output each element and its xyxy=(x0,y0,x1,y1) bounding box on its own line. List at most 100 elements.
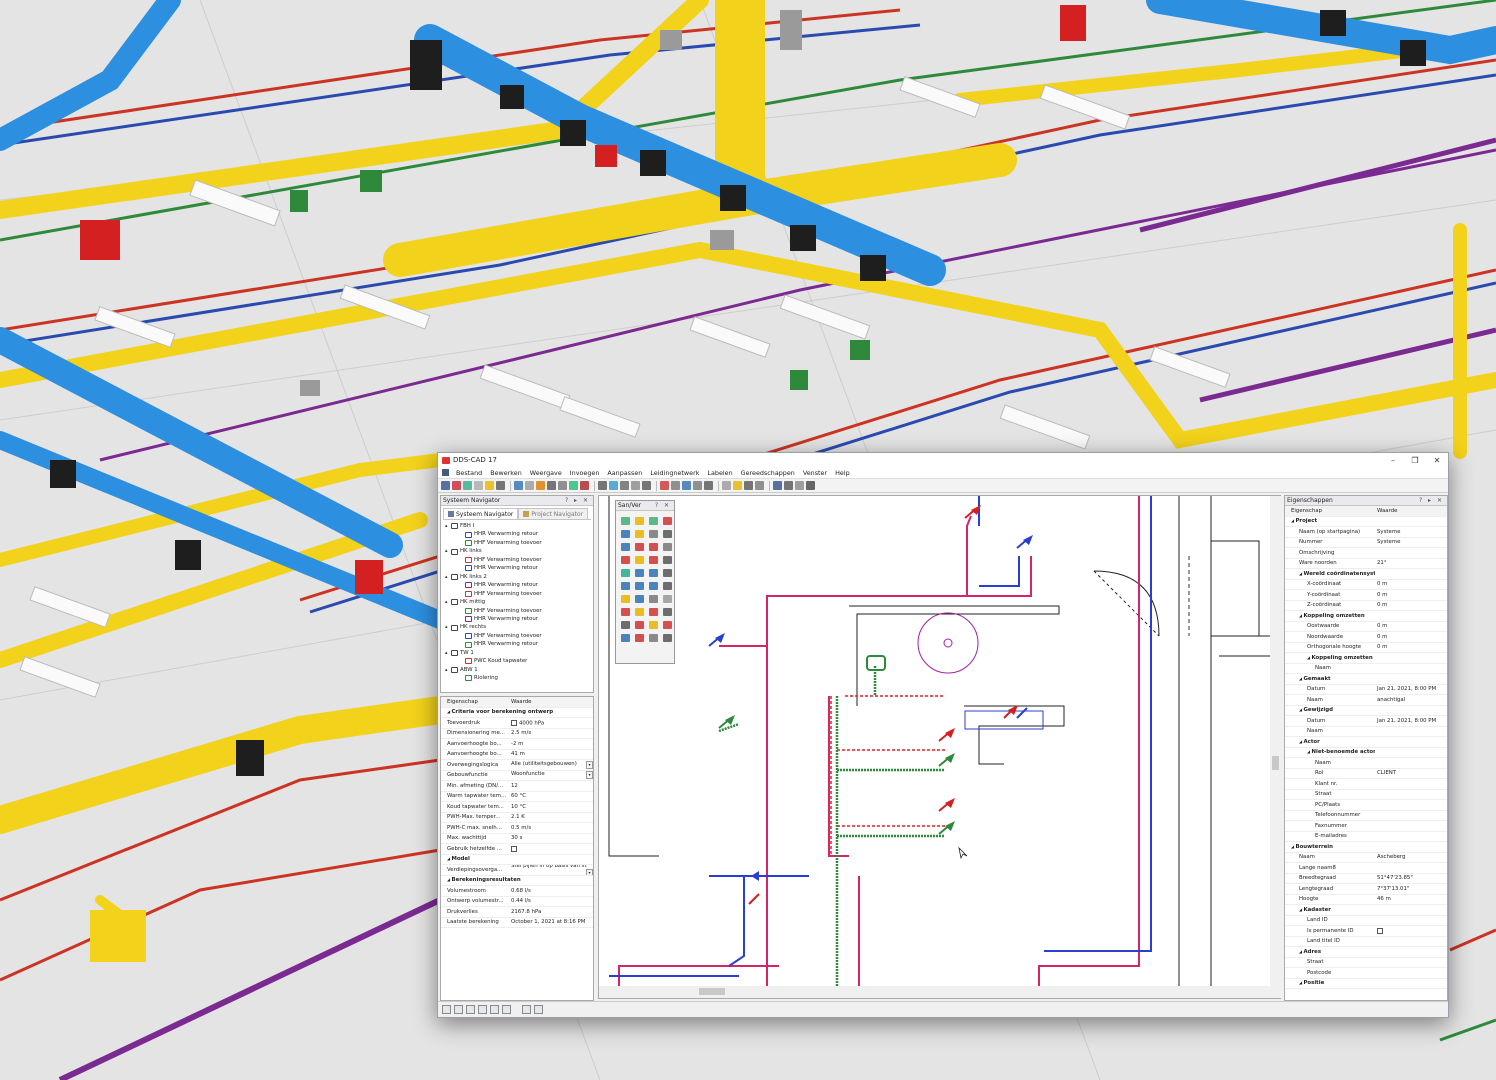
property-section[interactable]: ◢ Kadaster xyxy=(1285,905,1447,916)
property-value[interactable]: 30 s xyxy=(511,835,522,841)
property-value[interactable]: -2 m xyxy=(511,741,523,747)
toolbar-tool-icon[interactable] xyxy=(631,481,640,490)
menu-app-icon[interactable] xyxy=(442,469,449,476)
sanitary-symbol-icon[interactable] xyxy=(649,556,658,564)
sanitary-symbol-icon[interactable] xyxy=(621,543,630,551)
property-row[interactable]: Straat xyxy=(1285,958,1447,968)
property-row[interactable]: Postcode xyxy=(1285,968,1447,979)
toolbar-tool-icon[interactable] xyxy=(795,481,804,490)
property-value[interactable]: Ascheberg xyxy=(1377,854,1405,860)
property-row[interactable]: X-coördinaat 0 m xyxy=(1285,580,1447,590)
tree-item[interactable]: PWC Koud tapwater xyxy=(445,657,589,665)
toolbar-tool-icon[interactable] xyxy=(485,481,494,490)
toolbar-tool-icon[interactable] xyxy=(671,481,680,490)
fullscreen-icon[interactable] xyxy=(534,1005,543,1014)
sanitary-symbol-icon[interactable] xyxy=(621,569,630,577)
sanitary-symbol-icon[interactable] xyxy=(635,595,644,603)
property-value[interactable]: 4000 hPa xyxy=(519,720,544,726)
menu-invoegen[interactable]: Invoegen xyxy=(566,469,604,477)
dropdown-icon[interactable]: ▾ xyxy=(586,868,593,875)
sanitary-symbol-icon[interactable] xyxy=(635,543,644,551)
tree-item[interactable]: ▴ HK links xyxy=(445,547,589,555)
property-row[interactable]: Gebouwfunctie Woonfunctie ▾ xyxy=(441,771,593,781)
property-row[interactable]: Hoogte 46 m xyxy=(1285,895,1447,905)
menu-weergave[interactable]: Weergave xyxy=(526,469,566,477)
toolbar-tool-icon[interactable] xyxy=(463,481,472,490)
property-row[interactable]: Lengtegraad 7°37'13.01" xyxy=(1285,884,1447,895)
property-value[interactable]: 51°47'23.85" xyxy=(1377,875,1413,881)
property-section[interactable]: ◢ Model xyxy=(441,855,593,865)
dropdown-icon[interactable]: ▾ xyxy=(586,760,593,769)
property-value[interactable]: 0 m xyxy=(1377,623,1387,629)
property-section[interactable]: ◢ Adres xyxy=(1285,947,1447,958)
sanitary-symbol-icon[interactable] xyxy=(663,621,672,629)
sanitary-symbol-icon[interactable] xyxy=(621,556,630,564)
property-section[interactable]: ◢ Wereld coördinatensysteem xyxy=(1285,569,1447,580)
property-row[interactable]: Nummer Systeme xyxy=(1285,538,1447,548)
sanitary-symbol-icon[interactable] xyxy=(649,569,658,577)
sanitary-symbol-icon[interactable] xyxy=(663,569,672,577)
window-layout-icon[interactable] xyxy=(522,1005,531,1014)
sanitary-symbol-icon[interactable] xyxy=(649,621,658,629)
tree-item[interactable]: HHF Verwarming toevoer xyxy=(445,607,589,615)
sanitary-symbol-icon[interactable] xyxy=(649,543,658,551)
property-value[interactable]: 21° xyxy=(1377,560,1387,566)
property-row[interactable]: Land ID xyxy=(1285,916,1447,926)
sanitary-symbol-icon[interactable] xyxy=(635,582,644,590)
checkbox[interactable] xyxy=(511,719,517,726)
property-row[interactable]: Gebruik hetzelfde ... xyxy=(441,844,593,855)
toolbar-tool-icon[interactable] xyxy=(514,481,523,490)
property-value[interactable]: 60 °C xyxy=(511,793,526,799)
menu-help[interactable]: Help xyxy=(831,469,854,477)
property-section[interactable]: ◢ Positie xyxy=(1285,979,1447,989)
property-value[interactable]: Woonfunctie xyxy=(511,771,545,777)
tree-item[interactable]: Riolering xyxy=(445,674,589,682)
tree-item[interactable]: ▴ HK links 2 xyxy=(445,573,589,581)
property-value[interactable]: 12 xyxy=(511,783,518,789)
tree-item[interactable]: ▴ ABW 1 xyxy=(445,666,589,674)
sanitary-symbol-icon[interactable] xyxy=(663,582,672,590)
panel-controls[interactable]: ? ▸ ✕ xyxy=(565,497,593,504)
sanitary-symbol-icon[interactable] xyxy=(663,543,672,551)
sanitary-symbol-icon[interactable] xyxy=(621,608,630,616)
property-section[interactable]: ◢ Actor xyxy=(1285,737,1447,748)
property-row[interactable]: Y-coördinaat 0 m xyxy=(1285,590,1447,601)
property-row[interactable]: Datum Jan 21, 2021, 8:00 PM xyxy=(1285,716,1447,727)
toolbar-tool-icon[interactable] xyxy=(536,481,545,490)
measure-icon[interactable] xyxy=(490,1005,499,1014)
property-row[interactable]: Naam (op startpagina) Systeme xyxy=(1285,527,1447,538)
property-section[interactable]: ◢ Koppeling omzetten xyxy=(1285,653,1447,664)
toolbar-tool-icon[interactable] xyxy=(755,481,764,490)
property-value[interactable]: 0 m xyxy=(1377,602,1387,608)
sanitary-symbol-icon[interactable] xyxy=(663,608,672,616)
toolbar-tool-icon[interactable] xyxy=(609,481,618,490)
drawing-canvas[interactable]: San/Ver ? ✕ xyxy=(598,495,1282,999)
object-snap-icon[interactable] xyxy=(466,1005,475,1014)
toolbar-tool-icon[interactable] xyxy=(525,481,534,490)
toolbar-tool-icon[interactable] xyxy=(660,481,669,490)
property-row[interactable]: PC/Plaats xyxy=(1285,800,1447,811)
property-row[interactable]: Naam Ascheberg xyxy=(1285,853,1447,863)
tab-system-navigator[interactable]: Systeem Navigator xyxy=(443,508,519,519)
sanitary-symbol-icon[interactable] xyxy=(663,634,672,642)
property-value[interactable]: 46 m xyxy=(1377,896,1391,902)
tree-item[interactable]: HHR Verwarming retour xyxy=(445,615,589,623)
property-row[interactable]: Datum Jan 21, 2021, 8:00 PM xyxy=(1285,685,1447,695)
tab-project-navigator[interactable]: Project Navigator xyxy=(518,508,589,519)
sanitary-symbol-icon[interactable] xyxy=(621,530,630,538)
toolbar-tool-icon[interactable] xyxy=(773,481,782,490)
property-row[interactable]: Orthogonale hoogte 0 m xyxy=(1285,643,1447,653)
property-value[interactable]: 2.5 m/s xyxy=(511,730,531,736)
menu-bewerken[interactable]: Bewerken xyxy=(486,469,526,477)
sanitary-symbol-icon[interactable] xyxy=(649,530,658,538)
toolbar-tool-icon[interactable] xyxy=(558,481,567,490)
property-row[interactable]: Aanvoerhoogte bo... -2 m xyxy=(441,739,593,750)
property-row[interactable]: Faxnummer xyxy=(1285,821,1447,832)
menu-leidingnetwerk[interactable]: Leidingnetwerk xyxy=(646,469,703,477)
toolbar-tool-icon[interactable] xyxy=(496,481,505,490)
property-value[interactable]: Jan 21, 2021, 8:00 PM xyxy=(1377,686,1436,692)
property-value[interactable]: CLIENT xyxy=(1377,770,1396,776)
sanitary-symbol-icon[interactable] xyxy=(621,621,630,629)
toolbar-tool-icon[interactable] xyxy=(547,481,556,490)
tree-item[interactable]: HHF Verwarming toevoer xyxy=(445,590,589,598)
